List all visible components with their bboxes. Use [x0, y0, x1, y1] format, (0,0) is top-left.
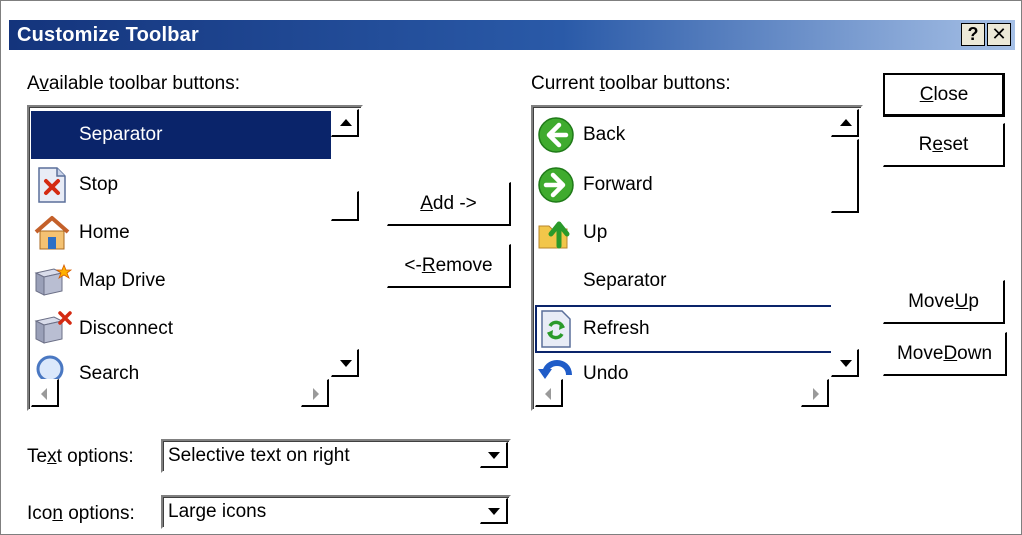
list-item-label: Separator	[79, 124, 163, 145]
home-icon	[31, 212, 73, 254]
list-item-label: Up	[583, 222, 608, 243]
list-item-label: Map Drive	[79, 270, 166, 291]
window-title: Customize Toolbar	[17, 23, 199, 46]
scroll-left-button[interactable]	[31, 379, 59, 407]
current-buttons-list[interactable]: Back Forward Up Separator Refresh Undo	[531, 105, 863, 411]
move-down-button[interactable]: Move Down	[883, 332, 1007, 376]
list-item-label: Separator	[583, 270, 667, 291]
stop-icon	[31, 164, 73, 206]
list-item[interactable]: Separator	[535, 257, 666, 305]
list-item-label: Search	[79, 363, 140, 383]
icon-options-dropdown-button[interactable]	[480, 498, 508, 524]
back-icon	[535, 114, 577, 156]
move-up-button[interactable]: Move Up	[883, 280, 1005, 324]
vertical-scrollbar[interactable]	[331, 109, 359, 379]
text-options-select[interactable]: Selective text on right	[161, 439, 511, 473]
list-item[interactable]: Forward	[535, 161, 653, 209]
text-options-value: Selective text on right	[168, 445, 350, 466]
list-item[interactable]: Refresh	[535, 305, 835, 353]
list-item[interactable]: Up	[535, 209, 607, 257]
customize-toolbar-dialog: Customize Toolbar ? ✕ Available toolbar …	[0, 0, 1022, 535]
list-item-label: Stop	[79, 174, 119, 195]
list-item[interactable]: Home	[31, 209, 130, 257]
scroll-down-button[interactable]	[331, 349, 359, 377]
separator-icon	[31, 114, 73, 156]
vertical-scrollbar[interactable]	[831, 109, 859, 379]
list-item[interactable]: Stop	[31, 161, 118, 209]
available-buttons-label: Available toolbar buttons:	[27, 73, 241, 94]
scroll-thumb[interactable]	[831, 139, 859, 213]
list-item[interactable]: Back	[535, 111, 625, 159]
up-folder-icon	[535, 212, 577, 254]
scroll-down-button[interactable]	[831, 349, 859, 377]
separator-icon	[535, 260, 577, 302]
list-item-label: Disconnect	[79, 318, 173, 339]
icon-options-label: Icon options:	[27, 503, 135, 524]
scroll-up-button[interactable]	[831, 109, 859, 137]
forward-icon	[535, 164, 577, 206]
scroll-left-button[interactable]	[535, 379, 563, 407]
title-bar[interactable]: Customize Toolbar ? ✕	[9, 20, 1015, 50]
reset-button[interactable]: Re set	[883, 123, 1005, 167]
scroll-right-button[interactable]	[301, 379, 329, 407]
list-item[interactable]: Separator	[31, 111, 331, 159]
icon-options-select[interactable]: Large icons	[161, 495, 511, 529]
list-item-label: Home	[79, 222, 130, 243]
scroll-up-button[interactable]	[331, 109, 359, 137]
chevron-down-icon	[488, 508, 500, 515]
close-button[interactable]: Close	[883, 73, 1005, 117]
list-item-label: Back	[583, 124, 626, 145]
chevron-down-icon	[488, 452, 500, 459]
list-item[interactable]: Disconnect	[31, 305, 173, 353]
close-window-button[interactable]: ✕	[987, 23, 1011, 46]
list-item-label: Forward	[583, 174, 653, 195]
list-item-label: Refresh	[583, 318, 650, 339]
scroll-right-button[interactable]	[801, 379, 829, 407]
icon-options-value: Large icons	[168, 501, 267, 522]
available-buttons-list[interactable]: Separator Stop Home Map Drive Disconnect…	[27, 105, 363, 411]
remove-button[interactable]: <- Remove	[387, 244, 511, 288]
text-options-label: Text options:	[27, 446, 134, 467]
text-options-dropdown-button[interactable]	[480, 442, 508, 468]
disconnect-icon	[31, 308, 73, 350]
scroll-thumb[interactable]	[331, 191, 359, 221]
current-buttons-label: Current toolbar buttons:	[531, 73, 731, 94]
map-drive-icon	[31, 260, 73, 302]
list-item-label: Undo	[583, 363, 629, 383]
add-button[interactable]: Add ->	[387, 182, 511, 226]
refresh-icon	[535, 308, 577, 350]
help-button[interactable]: ?	[961, 23, 985, 46]
list-item[interactable]: Map Drive	[31, 257, 166, 305]
